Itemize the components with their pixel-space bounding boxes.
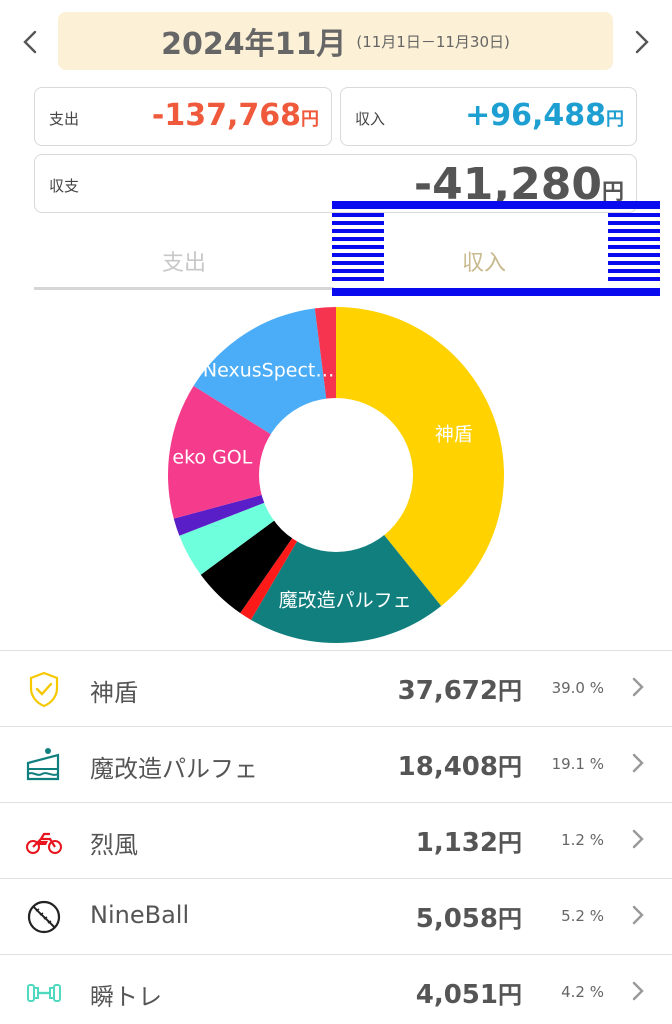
donut-slice-label-0: 神盾 bbox=[435, 424, 473, 446]
list-item-amount: 5,058円 bbox=[415, 904, 522, 934]
selection-highlight bbox=[332, 201, 660, 296]
tab-expense[interactable]: 支出 bbox=[34, 236, 334, 290]
list-item-percent: 5.2 % bbox=[561, 907, 604, 925]
list-item-amount: 18,408円 bbox=[397, 752, 522, 782]
period-header: 2024年11月 (11月1日－11月30日) bbox=[0, 0, 672, 82]
list-item[interactable]: 神盾 37,672円 39.0 % bbox=[0, 650, 672, 726]
donut-slice-label-6: eko GOL bbox=[172, 446, 252, 468]
chevron-right-icon bbox=[628, 971, 648, 1019]
expense-card: 支出 -137,768円 bbox=[34, 87, 332, 146]
period-range: (11月1日－11月30日) bbox=[356, 32, 510, 51]
list-item-name: 神盾 bbox=[90, 679, 138, 707]
list-item[interactable]: 魔改造パルフェ 18,408円 19.1 % bbox=[0, 726, 672, 802]
period-selector[interactable]: 2024年11月 (11月1日－11月30日) bbox=[58, 12, 613, 70]
motorcycle-icon bbox=[24, 821, 64, 861]
income-value: +96,488円 bbox=[465, 98, 624, 133]
list-item-percent: 39.0 % bbox=[551, 679, 604, 697]
chevron-right-icon[interactable] bbox=[622, 22, 662, 62]
baseball-icon bbox=[24, 897, 64, 937]
list-item[interactable]: 烈風 1,132円 1.2 % bbox=[0, 802, 672, 878]
list-item-amount: 1,132円 bbox=[415, 828, 522, 858]
list-item-name: 瞬トレ bbox=[90, 983, 162, 1011]
donut-slice-label-7: NexusSpect… bbox=[203, 360, 334, 382]
list-item-name: 魔改造パルフェ bbox=[90, 755, 258, 783]
donut-slice-label-1: 魔改造パルフェ bbox=[279, 590, 412, 612]
income-label: 収入 bbox=[355, 110, 386, 128]
chevron-right-icon bbox=[628, 895, 648, 943]
expense-label: 支出 bbox=[49, 110, 80, 128]
list-item[interactable]: NineBall 5,058円 5.2 % bbox=[0, 878, 672, 954]
list-item-name: 烈風 bbox=[90, 831, 138, 859]
chevron-right-icon bbox=[628, 743, 648, 791]
chevron-right-icon bbox=[628, 819, 648, 867]
period-title: 2024年11月 bbox=[161, 27, 347, 62]
list-item-percent: 1.2 % bbox=[561, 831, 604, 849]
shield-check-icon bbox=[24, 669, 64, 709]
expense-value: -137,768円 bbox=[151, 98, 319, 133]
list-item-amount: 37,672円 bbox=[397, 676, 522, 706]
list-item-amount: 4,051円 bbox=[415, 980, 522, 1010]
list-item[interactable]: 瞬トレ 4,051円 4.2 % bbox=[0, 954, 672, 1024]
category-list: 神盾 37,672円 39.0 % 魔改造パルフェ 18,408円 19.1 %… bbox=[0, 650, 672, 1024]
income-card: 収入 +96,488円 bbox=[340, 87, 637, 146]
list-item-percent: 4.2 % bbox=[561, 983, 604, 1001]
chevron-right-icon bbox=[628, 667, 648, 715]
chevron-left-icon[interactable] bbox=[10, 22, 50, 62]
cake-icon bbox=[24, 745, 64, 785]
income-donut-chart: 神盾魔改造パルフェ eko GOL NexusSpect… bbox=[167, 307, 505, 643]
balance-label: 収支 bbox=[49, 177, 80, 195]
list-item-percent: 19.1 % bbox=[551, 755, 604, 773]
donut-hole bbox=[259, 398, 413, 552]
list-item-name: NineBall bbox=[90, 901, 190, 929]
dumbbell-icon bbox=[24, 973, 64, 1013]
